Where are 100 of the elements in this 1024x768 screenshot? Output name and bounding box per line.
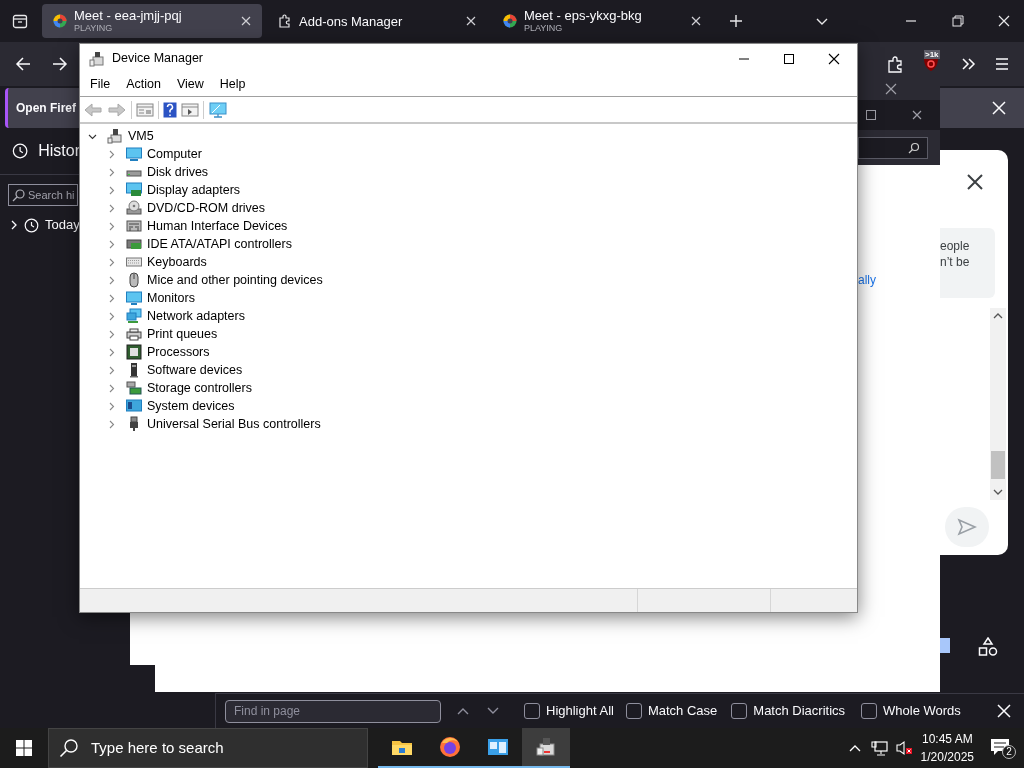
search-field[interactable] [858,137,928,159]
search-placeholder: Search hi [28,187,75,203]
tree-item[interactable]: DVD/CD-ROM drives [88,199,857,217]
tree-item[interactable]: Print queues [88,325,857,343]
browser-tab[interactable]: Meet - eps-ykxg-bkg PLAYING [492,4,712,38]
back-icon[interactable] [15,56,31,72]
menu-item[interactable]: Help [218,75,247,94]
tree-item[interactable]: VM5 [88,127,857,145]
speaker-muted-icon[interactable] [895,740,913,756]
sidebar-title: Histor [38,141,80,161]
puzzle-icon [277,13,293,29]
tree-item[interactable]: IDE ATA/ATAPI controllers [88,235,857,253]
tree-item[interactable]: Storage controllers [88,379,857,397]
chevron-up-icon[interactable] [993,312,1003,320]
notification-count: 2 [1002,745,1016,759]
tree-item[interactable]: System devices [88,397,857,415]
history-label: Today [45,216,80,235]
page-chip [940,638,950,653]
tree-item[interactable]: Software devices [88,361,857,379]
computer-printer-icon [534,735,558,759]
taskbar-app[interactable] [522,728,570,768]
search-icon [59,738,79,758]
tab-title: Add-ons Manager [299,14,404,28]
tree-item[interactable]: Keyboards [88,253,857,271]
clock-time: 10:45 AM [921,731,973,748]
checkbox[interactable] [731,703,748,719]
taskbar-search-field[interactable]: Type here to search [48,728,368,768]
chip-icon [126,344,142,360]
system-icon [126,398,142,414]
tab-title: Meet - eea-jmjj-pqj [74,9,183,22]
search-field[interactable]: Search hi [8,184,78,206]
tree-label: Storage controllers [147,379,252,397]
monitor-icon [126,146,142,162]
monitor-scan-icon[interactable] [208,100,228,119]
tab-status: PLAYING [74,24,114,33]
restore-icon[interactable] [952,15,964,27]
menu-item[interactable]: File [89,75,112,94]
checkbox-label: Match Diacritics [753,702,846,721]
find-placeholder: Find in page [234,703,301,720]
scrollbar[interactable] [990,308,1006,500]
checkbox[interactable] [861,703,878,719]
help-icon[interactable] [163,101,177,118]
shapes-icon[interactable] [978,637,998,657]
double-chevron-icon[interactable] [960,56,976,72]
display-adapter-icon [126,182,142,198]
new-tab-icon[interactable] [729,14,743,28]
menu-item[interactable]: View [175,75,205,94]
checkbox-label: Match Case [647,702,718,721]
tree-item[interactable]: Processors [88,343,857,361]
tree-item[interactable]: Disk drives [88,163,857,181]
clock-date: 1/20/2025 [920,749,974,766]
menu-icon[interactable] [994,56,1010,72]
clock-icon [12,142,29,160]
info-text: eople [940,238,971,254]
maximize-icon[interactable] [866,110,876,120]
meet-icon [52,13,68,29]
tree-label: Print queues [147,325,218,343]
window-title: Device Manager [112,50,203,68]
tree-item[interactable]: Universal Serial Bus controllers [88,415,857,433]
tab-list-icon[interactable] [12,13,28,29]
controller-card-icon [126,236,142,252]
tree-label: Human Interface Devices [147,217,288,235]
history-item[interactable]: Today [10,216,80,234]
tree-label: Keyboards [147,253,207,271]
link[interactable]: ally [858,271,876,289]
close-icon[interactable] [967,174,983,190]
tree-item[interactable]: Human Interface Devices [88,217,857,235]
close-icon[interactable] [828,52,840,65]
tree-item[interactable]: Monitors [88,289,857,307]
tree-label: Mice and other pointing devices [147,271,323,289]
tree-label: Processors [147,343,210,361]
network-icon[interactable] [870,740,888,756]
maximize-icon[interactable] [783,52,795,65]
close-icon[interactable] [912,110,922,120]
checkbox[interactable] [524,703,540,719]
tree-label: IDE ATA/ATAPI controllers [147,235,292,253]
tree-item[interactable]: Display adapters [88,181,857,199]
forward-icon[interactable] [52,56,68,72]
browser-tab[interactable]: Meet - eea-jmjj-pqj PLAYING [42,4,262,38]
chevron-down-icon[interactable] [993,488,1003,496]
tree-item[interactable]: Network adapters [88,307,857,325]
browser-tab[interactable]: Add-ons Manager [267,4,487,38]
puzzle-icon[interactable] [886,55,904,73]
input-device-icon [126,218,142,234]
tree-label: Network adapters [147,307,245,325]
notification-text: Open Firef [16,100,76,117]
search-icon [12,188,25,202]
meet-icon [502,13,518,29]
info-text: n’t be [940,254,971,270]
console-icon[interactable] [181,101,199,118]
scrollbar-thumb[interactable] [991,451,1005,479]
find-field[interactable]: Find in page [225,699,441,723]
computer-printer-icon [89,50,105,67]
windows-logo-icon[interactable] [16,740,32,756]
send-icon [957,518,977,536]
checkbox[interactable] [625,703,642,719]
clock-icon [24,217,39,233]
tree-item[interactable]: Computer [88,145,857,163]
menu-item[interactable]: Action [125,75,162,94]
tree-item[interactable]: Mice and other pointing devices [88,271,857,289]
